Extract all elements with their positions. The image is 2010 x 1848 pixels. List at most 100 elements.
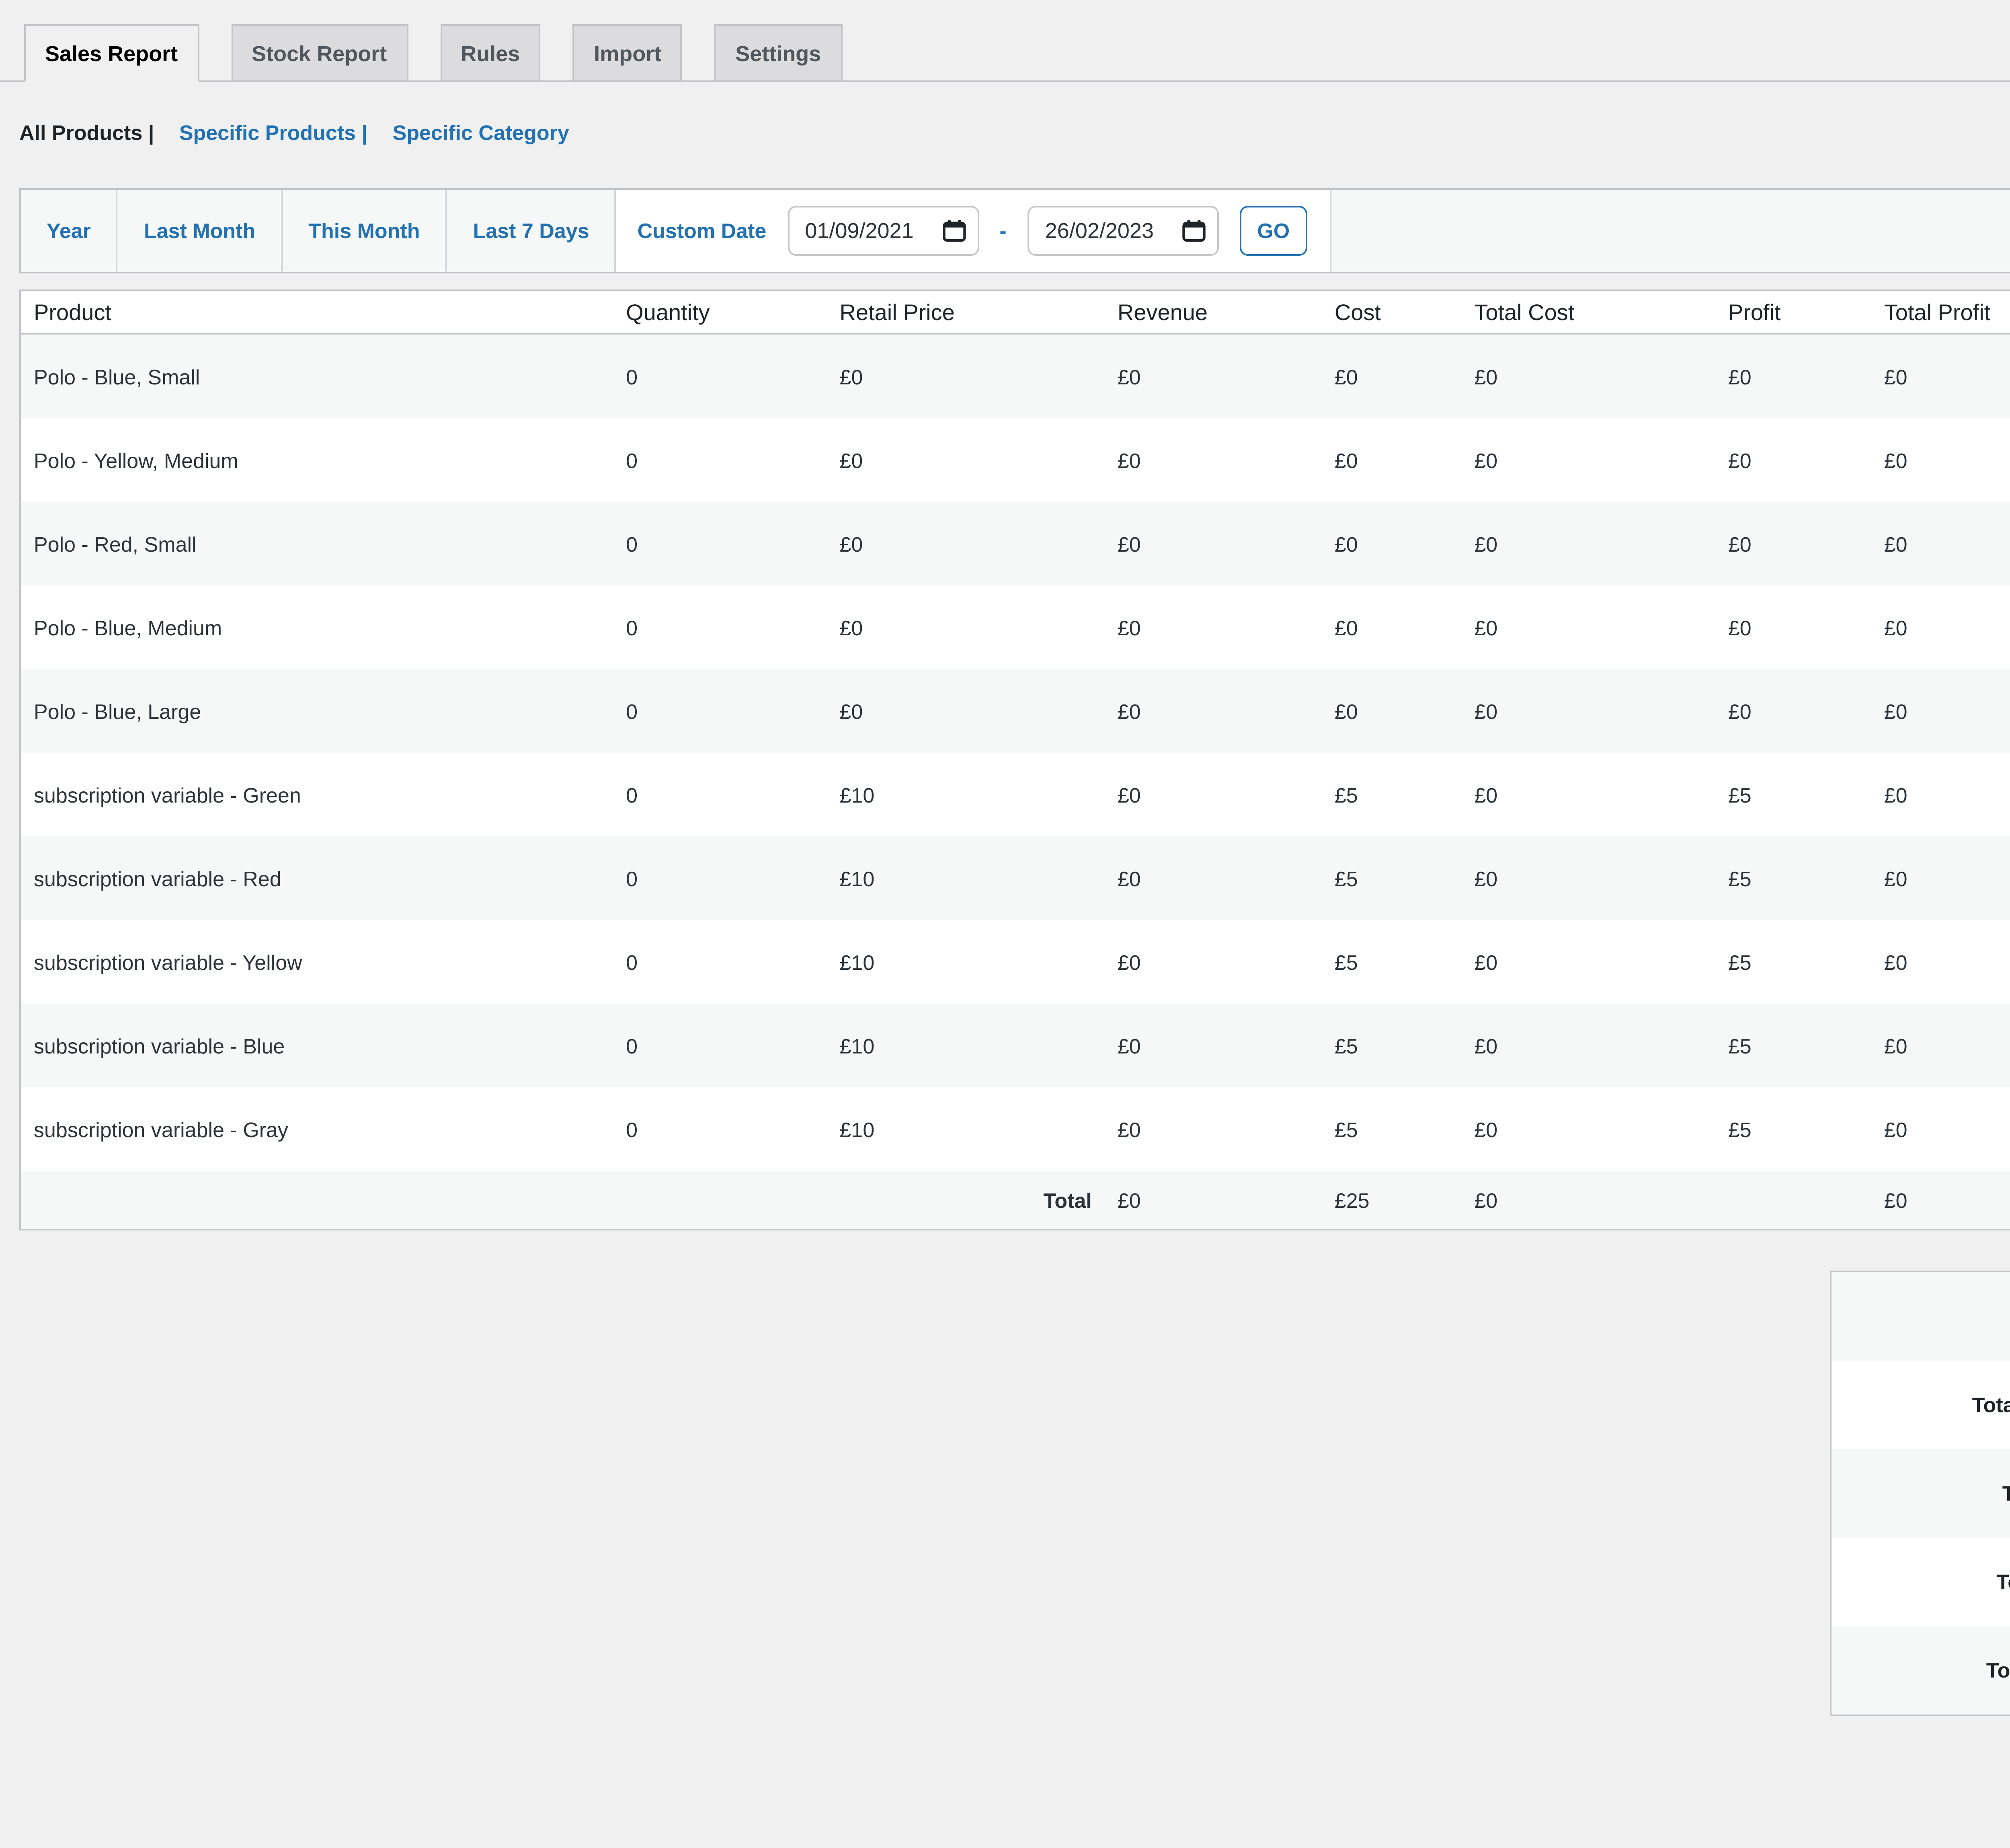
cost-cell: £5 — [1322, 1004, 1462, 1087]
product-cell: subscription variable - Blue — [20, 1004, 613, 1087]
summary-label: Revenue — [1831, 1271, 2010, 1361]
retail-price-cell: £0 — [827, 334, 1105, 418]
total-total-cost: £0 — [1461, 1171, 1715, 1230]
total-profit-cell: £0 — [1871, 585, 2010, 669]
table-header-row: Product Quantity Retail Price Revenue Co… — [20, 290, 2010, 334]
end-date-wrap — [1028, 206, 1219, 256]
profit-cell: £5 — [1715, 1087, 1871, 1171]
filter-custom-date[interactable]: Custom Date — [638, 219, 767, 243]
pagination: 1 2 — [0, 1793, 2010, 1832]
total-row: Total £0 £25 £0 £0 — [20, 1171, 2010, 1230]
sales-report-table: Product Quantity Retail Price Revenue Co… — [19, 290, 2010, 1230]
filter-last-7-days[interactable]: Last 7 Days — [447, 190, 617, 272]
filter-specific-products[interactable]: Specific Products | — [179, 121, 367, 145]
total-profit-cell: £0 — [1871, 1004, 2010, 1087]
quantity-cell: 0 — [613, 585, 827, 669]
quantity-cell: 0 — [613, 920, 827, 1004]
product-cell: Polo - Yellow, Medium — [20, 418, 613, 502]
retail-price-cell: £0 — [827, 669, 1105, 753]
revenue-cell: £0 — [1105, 418, 1322, 502]
cost-cell: £0 — [1322, 585, 1462, 669]
summary-label: Total Cost Of Goods — [1831, 1361, 2010, 1449]
cost-cell: £0 — [1322, 502, 1462, 585]
retail-price-cell: £10 — [827, 836, 1105, 920]
cost-cell: £5 — [1322, 1087, 1462, 1171]
table-row: subscription variable - Red 0 £10 £0 £5 … — [20, 836, 2010, 920]
total-profit-cell: £0 — [1871, 920, 2010, 1004]
summary-box: Revenue £ 0 Total Cost Of Goods £0 Total… — [1830, 1271, 2010, 1716]
tab-sales-report[interactable]: Sales Report — [24, 24, 199, 82]
profit-cell: £0 — [1715, 334, 1871, 418]
total-revenue: £0 — [1105, 1171, 1322, 1230]
total-profit-cell: £0 — [1871, 418, 2010, 502]
go-button[interactable]: GO — [1240, 206, 1307, 256]
profit-cell: £5 — [1715, 836, 1871, 920]
total-cost-cell: £0 — [1461, 1004, 1715, 1087]
revenue-cell: £0 — [1105, 502, 1322, 585]
total-profit-cell: £0 — [1871, 502, 2010, 585]
total-profit-cell: £0 — [1871, 669, 2010, 753]
product-cell: subscription variable - Red — [20, 836, 613, 920]
retail-price-cell: £10 — [827, 920, 1105, 1004]
table-row: subscription variable - Green 0 £10 £0 £… — [20, 753, 2010, 836]
total-cost-cell: £0 — [1461, 502, 1715, 585]
filter-last-month[interactable]: Last Month — [118, 190, 283, 272]
total-profit-cell: £0 — [1871, 334, 2010, 418]
tab-import[interactable]: Import — [573, 24, 682, 82]
retail-price-cell: £0 — [827, 502, 1105, 585]
quantity-cell: 0 — [613, 418, 827, 502]
total-label: Total — [827, 1171, 1105, 1230]
product-scope-links: All Products | Specific Products | Speci… — [19, 121, 2010, 145]
table-row: Polo - Yellow, Medium 0 £0 £0 £0 £0 £0 £… — [20, 418, 2010, 502]
cost-cell: £5 — [1322, 920, 1462, 1004]
product-cell: Polo - Blue, Medium — [20, 585, 613, 669]
tab-bar: Sales Report Stock Report Rules Import S… — [0, 0, 2010, 82]
profit-cell: £5 — [1715, 1004, 1871, 1087]
retail-price-cell: £10 — [827, 1087, 1105, 1171]
revenue-cell: £0 — [1105, 669, 1322, 753]
product-cell: subscription variable - Gray — [20, 1087, 613, 1171]
table-row: Polo - Red, Small 0 £0 £0 £0 £0 £0 £0 — [20, 502, 2010, 585]
product-cell: subscription variable - Yellow — [20, 920, 613, 1004]
summary-label: Total Order Fee — [1831, 1538, 2010, 1626]
table-row: subscription variable - Gray 0 £10 £0 £5… — [20, 1087, 2010, 1171]
col-product: Product — [20, 290, 613, 334]
filter-this-month[interactable]: This Month — [283, 190, 447, 272]
cost-cell: £0 — [1322, 669, 1462, 753]
total-cost-cell: £0 — [1461, 836, 1715, 920]
total-profit-cell: £0 — [1871, 753, 2010, 836]
tab-rules[interactable]: Rules — [440, 24, 541, 82]
col-retail-price: Retail Price — [827, 290, 1105, 334]
start-date-input[interactable] — [787, 206, 978, 256]
profit-cell: £0 — [1715, 418, 1871, 502]
profit-cell: £0 — [1715, 669, 1871, 753]
quantity-cell: 0 — [613, 334, 827, 418]
summary-row: Total Product Tax £0 — [1831, 1626, 2010, 1715]
revenue-cell: £0 — [1105, 585, 1322, 669]
product-cell: subscription variable - Green — [20, 753, 613, 836]
col-cost: Cost — [1322, 290, 1462, 334]
product-cell: Polo - Blue, Small — [20, 334, 613, 418]
filter-all-products[interactable]: All Products | — [19, 121, 154, 145]
summary-label: Total Product Tax — [1831, 1626, 2010, 1715]
product-cell: Polo - Red, Small — [20, 502, 613, 585]
cost-cell: £0 — [1322, 334, 1462, 418]
retail-price-cell: £0 — [827, 418, 1105, 502]
filter-year[interactable]: Year — [21, 190, 118, 272]
filter-specific-category[interactable]: Specific Category — [393, 121, 569, 145]
col-quantity: Quantity — [613, 290, 827, 334]
summary-row: Total Cost Of Goods £0 — [1831, 1361, 2010, 1449]
profit-cell: £5 — [1715, 753, 1871, 836]
revenue-cell: £0 — [1105, 920, 1322, 1004]
tab-stock-report[interactable]: Stock Report — [231, 24, 408, 82]
profit-cell: £0 — [1715, 585, 1871, 669]
table-row: Polo - Blue, Small 0 £0 £0 £0 £0 £0 £0 — [20, 334, 2010, 418]
tab-settings[interactable]: Settings — [714, 24, 842, 82]
quantity-cell: 0 — [613, 502, 827, 585]
total-cost-cell: £0 — [1461, 418, 1715, 502]
end-date-input[interactable] — [1028, 206, 1219, 256]
filter-bar-spacer — [1331, 190, 2010, 272]
table-row: subscription variable - Blue 0 £10 £0 £5… — [20, 1004, 2010, 1087]
date-filter-bar: Year Last Month This Month Last 7 Days C… — [19, 188, 2010, 273]
col-revenue: Revenue — [1105, 290, 1322, 334]
